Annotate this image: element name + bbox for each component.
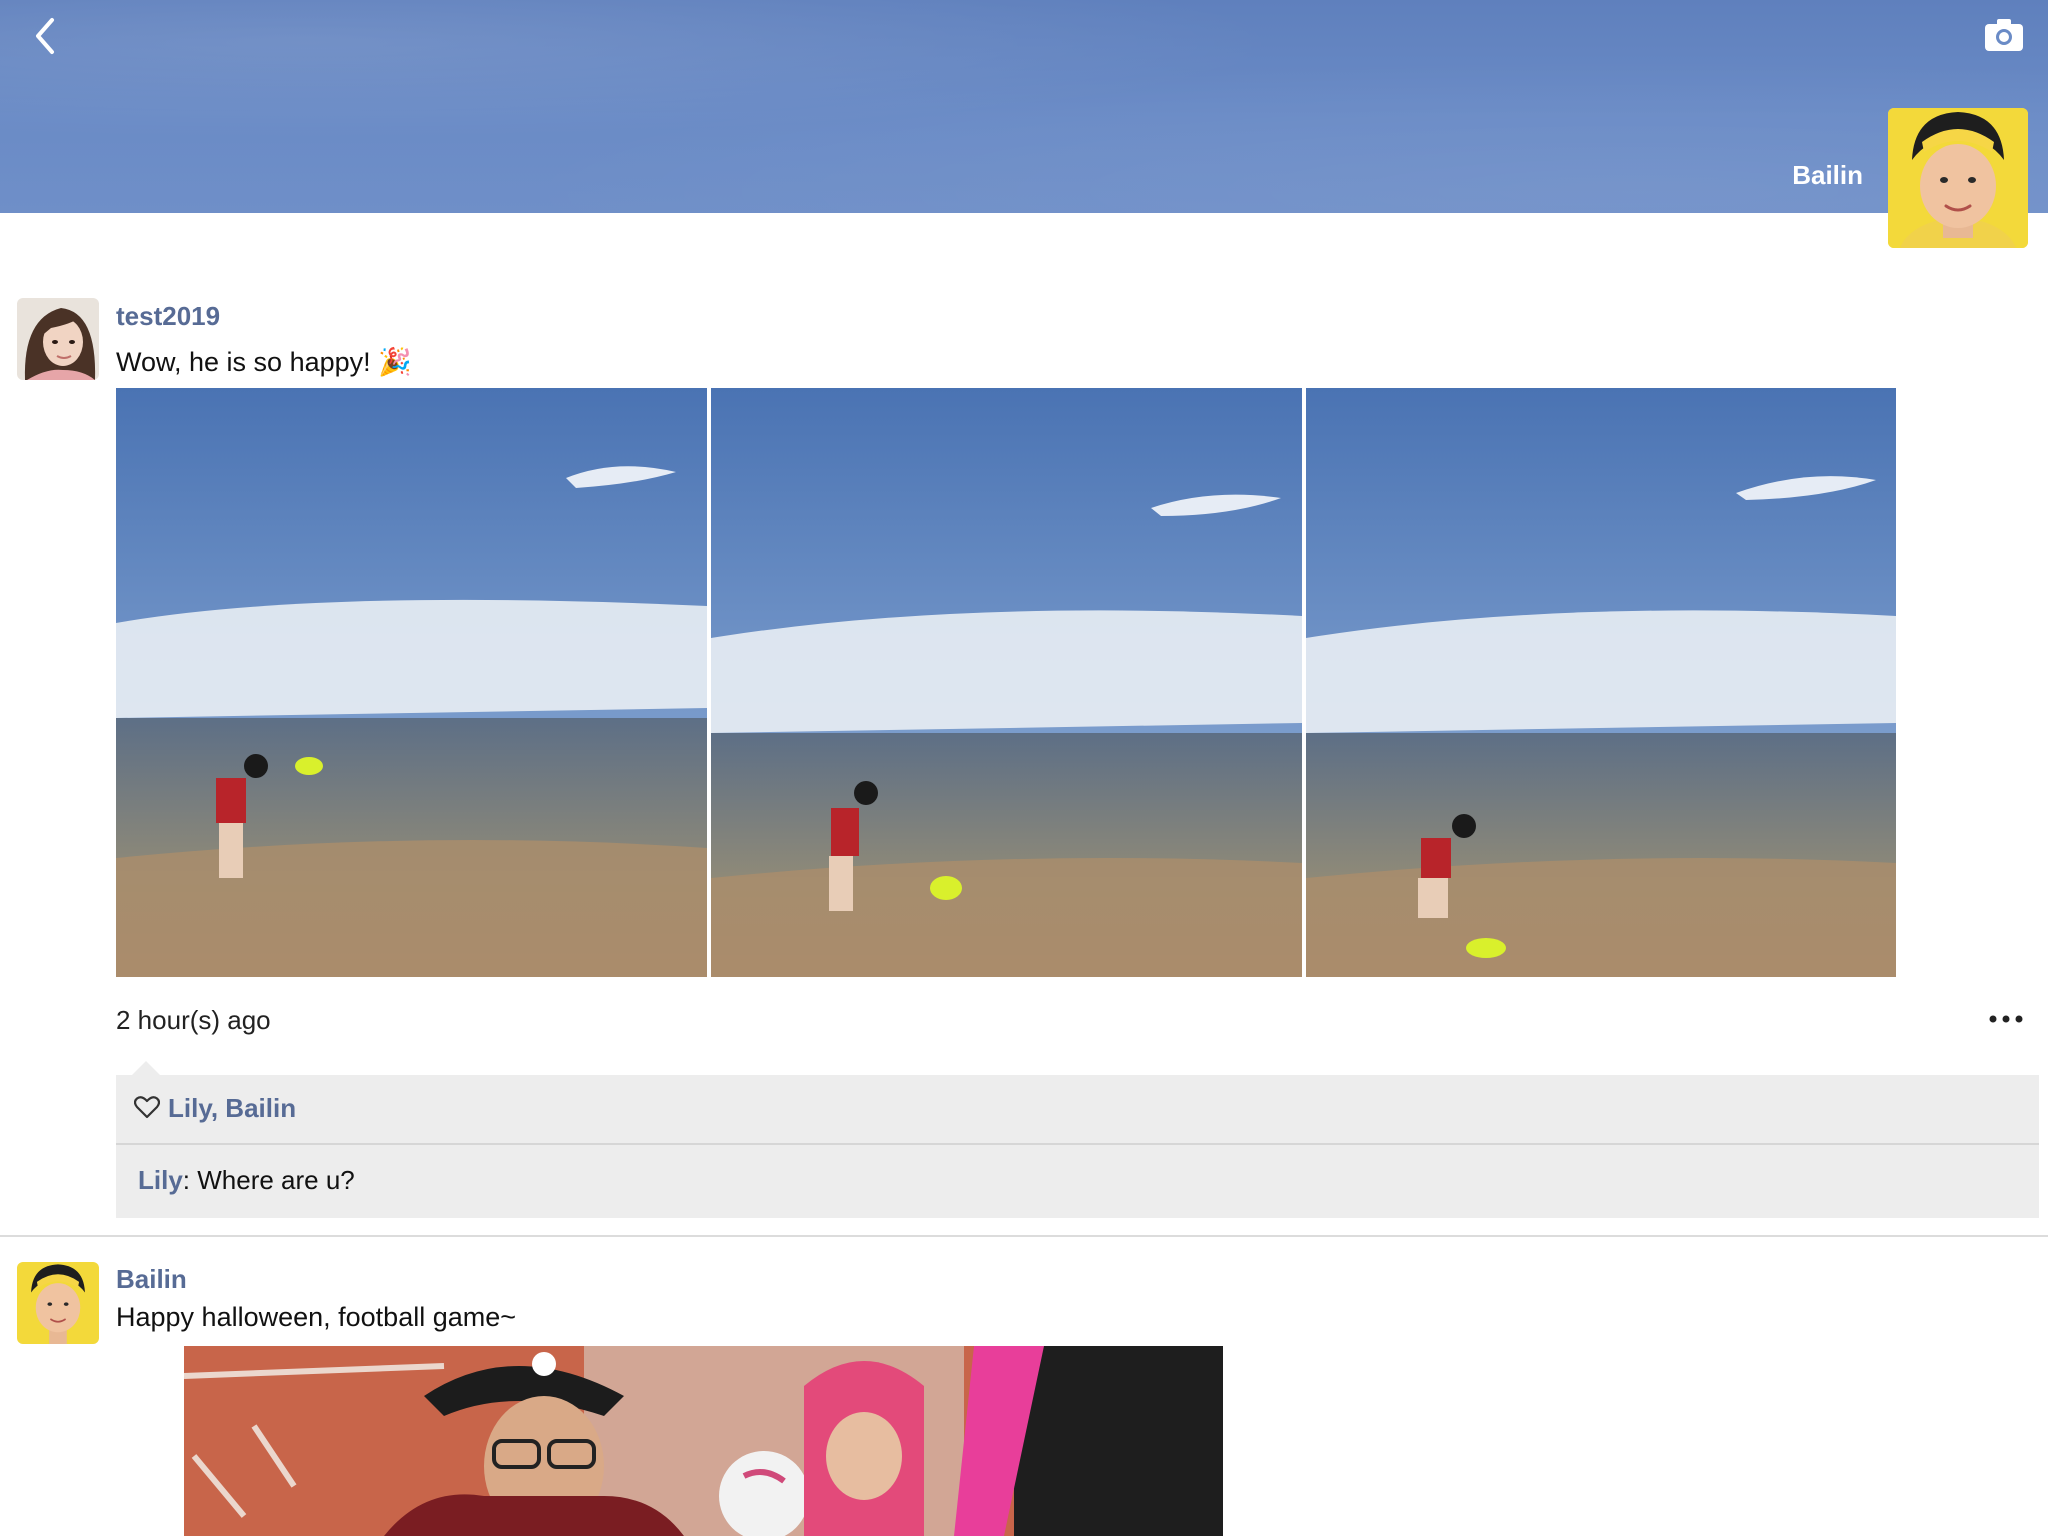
post-photo-1[interactable] <box>184 1346 1223 1536</box>
post-photo-2[interactable] <box>711 388 1302 977</box>
halloween-photo <box>184 1346 1223 1536</box>
post-text: Happy halloween, football game~ <box>116 1302 517 1332</box>
back-button[interactable] <box>28 16 64 56</box>
heart-icon <box>134 1096 160 1119</box>
child-portrait-image <box>1888 108 2028 248</box>
beach-photo-1 <box>116 388 707 977</box>
post-username[interactable]: test2019 <box>116 301 220 332</box>
beach-photo-3 <box>1306 388 1896 977</box>
cover-image[interactable] <box>0 0 2048 213</box>
post-text: Wow, he is so happy! 🎉 <box>116 347 412 377</box>
likes-names[interactable]: Lily, Bailin <box>168 1093 296 1124</box>
post-time: 2 hour(s) ago <box>116 1005 271 1035</box>
more-dots-icon <box>1989 1015 2023 1023</box>
beach-photo-2 <box>711 388 1302 977</box>
camera-button[interactable] <box>1984 18 2024 52</box>
owner-name[interactable]: Bailin <box>1792 160 1863 191</box>
woman-portrait-image <box>17 298 99 380</box>
owner-avatar[interactable] <box>1888 108 2028 248</box>
camera-icon <box>1985 19 2023 51</box>
cover-sky <box>0 0 2048 213</box>
comment-author[interactable]: Lily <box>138 1165 183 1195</box>
more-options-button[interactable] <box>1986 1004 2026 1034</box>
likes-comments-panel: Lily, Bailin Lily: Where are u? <box>116 1061 2039 1218</box>
child-portrait-image <box>17 1262 99 1344</box>
panel-pointer <box>132 1061 160 1075</box>
post-author-avatar[interactable] <box>17 298 99 380</box>
post-photo-1[interactable] <box>116 388 707 977</box>
post-photo-3[interactable] <box>1306 388 1896 977</box>
likes-row: Lily, Bailin <box>116 1075 2039 1145</box>
comment-item[interactable]: Lily: Where are u? <box>138 1165 355 1196</box>
post-username[interactable]: Bailin <box>116 1264 187 1295</box>
comment-text: : Where are u? <box>182 1165 355 1195</box>
chevron-left-icon <box>36 18 54 54</box>
post-author-avatar[interactable] <box>17 1262 99 1344</box>
post-divider <box>0 1235 2048 1237</box>
